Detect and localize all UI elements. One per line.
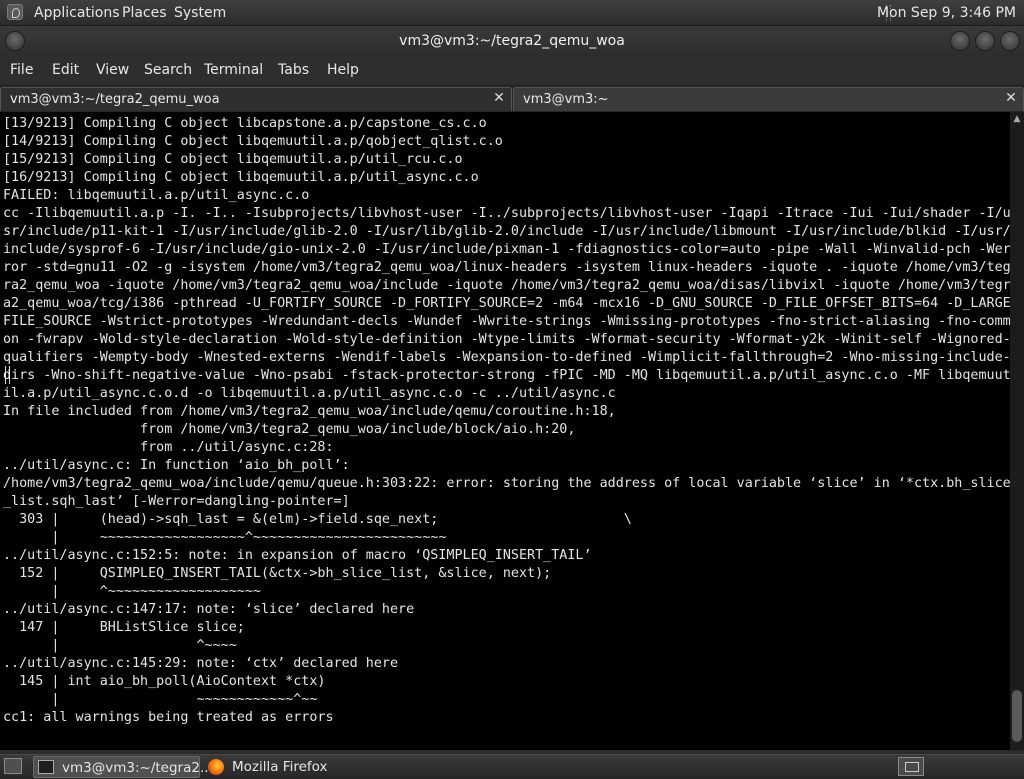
menu-search[interactable]: Search bbox=[144, 61, 192, 79]
terminal-text: [13/9213] Compiling C object libcapstone… bbox=[3, 116, 1010, 725]
bottom-panel: vm3@vm3:~/tegra2... Mozilla Firefox bbox=[0, 754, 1024, 779]
gnome-foot-icon[interactable] bbox=[7, 4, 23, 20]
window-titlebar[interactable]: vm3@vm3:~/tegra2_qemu_woa bbox=[0, 26, 1024, 56]
firefox-icon bbox=[208, 759, 224, 775]
tab-bar: vm3@vm3:~/tegra2_qemu_woa ✕ vm3@vm3:~ ✕ bbox=[0, 85, 1024, 112]
terminal-icon bbox=[38, 760, 54, 774]
show-desktop-icon[interactable] bbox=[4, 758, 22, 774]
menu-terminal[interactable]: Terminal bbox=[204, 61, 263, 79]
menubar: File Edit View Search Terminal Tabs Help bbox=[0, 56, 1024, 84]
tab-label: vm3@vm3:~ bbox=[523, 92, 609, 107]
terminal-output[interactable]: [13/9213] Compiling C object libcapstone… bbox=[0, 112, 1010, 750]
tab-close-icon[interactable]: ✕ bbox=[1004, 91, 1018, 105]
i-beam-cursor-icon bbox=[5, 366, 10, 384]
menu-tabs[interactable]: Tabs bbox=[278, 61, 309, 79]
maximize-button[interactable] bbox=[975, 31, 995, 51]
close-window-button[interactable] bbox=[1000, 31, 1020, 51]
menu-edit[interactable]: Edit bbox=[52, 61, 79, 79]
tab-label: vm3@vm3:~/tegra2_qemu_woa bbox=[10, 92, 220, 107]
menu-file[interactable]: File bbox=[10, 61, 33, 79]
clock[interactable]: Mon Sep 9, 3:46 PM bbox=[877, 4, 1016, 22]
minimize-button[interactable] bbox=[950, 31, 970, 51]
menu-help[interactable]: Help bbox=[327, 61, 359, 79]
taskbar-firefox[interactable]: Mozilla Firefox bbox=[204, 756, 364, 778]
menu-view[interactable]: View bbox=[96, 61, 129, 79]
window-title: vm3@vm3:~/tegra2_qemu_woa bbox=[399, 33, 625, 49]
top-panel: Applications Places System Mon Sep 9, 3:… bbox=[0, 0, 1024, 26]
tab-home[interactable]: vm3@vm3:~ ✕ bbox=[513, 87, 1024, 111]
task-label: vm3@vm3:~/tegra2... bbox=[62, 760, 213, 776]
places-menu[interactable]: Places bbox=[122, 4, 167, 22]
task-label: Mozilla Firefox bbox=[232, 759, 328, 775]
tab-close-icon[interactable]: ✕ bbox=[492, 91, 506, 105]
scroll-up-arrow-icon[interactable]: ▲ bbox=[1012, 114, 1022, 124]
scrollbar[interactable] bbox=[1010, 112, 1024, 750]
workspace-switcher-icon[interactable] bbox=[898, 757, 924, 776]
system-menu[interactable]: System bbox=[174, 4, 226, 22]
tab-tegra2-qemu-woa[interactable]: vm3@vm3:~/tegra2_qemu_woa ✕ bbox=[0, 87, 512, 111]
applications-menu[interactable]: Applications bbox=[34, 4, 120, 22]
scrollbar-thumb[interactable] bbox=[1012, 690, 1022, 742]
taskbar-terminal[interactable]: vm3@vm3:~/tegra2... bbox=[33, 756, 213, 778]
